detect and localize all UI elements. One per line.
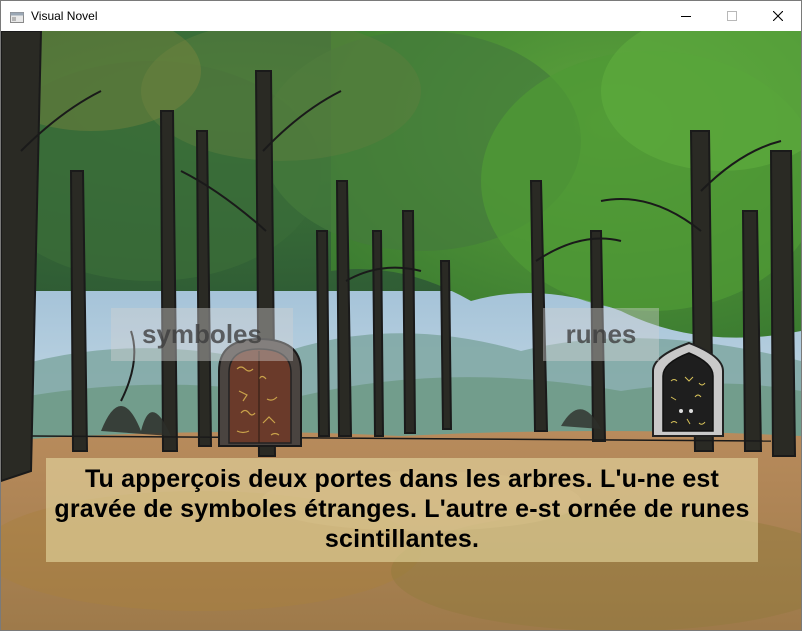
dialogue-text: Tu apperçois deux portes dans les arbres…: [54, 465, 750, 553]
rune-door: [652, 341, 724, 437]
title-bar[interactable]: Visual Novel: [1, 1, 801, 31]
game-scene[interactable]: symboles runes Tu apperçois deux portes …: [1, 31, 801, 630]
close-icon: [773, 11, 783, 21]
choice-button-runes[interactable]: runes: [543, 308, 659, 361]
close-button[interactable]: [755, 1, 801, 31]
maximize-icon: [727, 11, 737, 21]
maximize-button[interactable]: [709, 1, 755, 31]
app-window-icon: [10, 10, 24, 23]
window-title: Visual Novel: [31, 9, 98, 23]
minimize-button[interactable]: [663, 1, 709, 31]
game-window: Visual Novel symboles runes Tu apperçois…: [0, 0, 802, 631]
choice-button-symboles[interactable]: symboles: [111, 308, 293, 361]
minimize-icon: [681, 16, 691, 17]
dialogue-box[interactable]: Tu apperçois deux portes dans les arbres…: [46, 458, 758, 562]
